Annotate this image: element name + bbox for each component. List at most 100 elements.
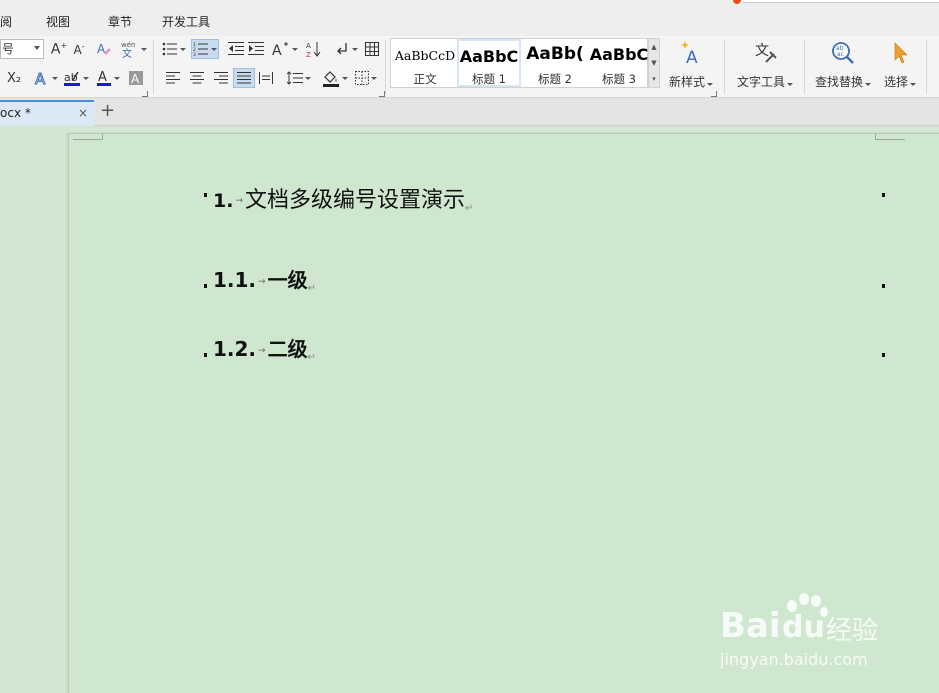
table-button[interactable] [362,39,382,59]
justify-icon [237,72,251,84]
char-shading-button[interactable]: A [126,68,146,88]
find-replace-button[interactable]: ab ac 查找替换 [812,40,874,90]
eraser-icon: A [97,42,111,56]
increase-indent-button[interactable] [246,39,266,59]
separator [804,40,805,94]
style-label: 标题 1 [472,72,506,86]
outdent-icon [228,42,244,55]
paragraph-mark: ↵ [465,203,474,214]
heading-level-2[interactable]: 1.2. → 二级↵ [213,333,316,363]
line-break-button[interactable] [332,39,360,59]
decrease-indent-button[interactable] [226,39,246,59]
expand-gallery-icon[interactable]: ▾ [649,71,659,87]
char-shading-icon: A [129,71,143,86]
menu-item-review[interactable]: 阅 [0,13,12,30]
chevron-down-icon [342,76,348,80]
menu-item-developer[interactable]: 开发工具 [162,13,210,30]
separator [385,40,386,94]
heading-number: 1.1. [213,268,257,292]
list-marker-dot [204,353,207,357]
line-spacing-icon [287,71,303,85]
watermark-brand-cn: 经验 [826,616,879,646]
separator [724,40,725,94]
grow-font-button[interactable]: A+ [50,40,68,58]
left-gutter [0,127,68,693]
border-icon [355,71,369,85]
svg-text:A: A [131,72,140,86]
char-scaling-icon: A [272,42,288,57]
svg-text:Z: Z [306,51,311,58]
document-tab[interactable]: ocx * × [0,100,94,126]
style-normal[interactable]: AaBbCcD 正文 [393,39,457,87]
cursor-arrow-icon [894,42,908,64]
shrink-font-icon: A- [73,41,85,57]
shading-button[interactable] [320,68,350,88]
chevron-down-icon [211,47,217,51]
chevron-down-icon [707,83,713,86]
svg-text:A: A [306,42,311,50]
clear-format-button[interactable]: A [94,40,114,58]
font-color-button[interactable]: A [94,68,122,88]
shrink-font-button[interactable]: A- [70,40,88,58]
new-style-label: 新样式 [668,75,705,89]
document-tab-bar: ocx * × + [0,98,939,126]
new-tab-button[interactable]: + [100,100,115,122]
numbering-button[interactable]: 123 [191,39,219,59]
document-tab-label: ocx * [0,106,31,120]
chevron-down-icon [83,76,89,80]
chevron-down-icon [352,47,358,51]
close-icon[interactable]: × [78,102,88,124]
paragraph-mark: ↵ [307,352,316,363]
separator [153,40,154,94]
heading-level-1[interactable]: 1. →文档多级编号设置演示↵ [213,182,473,214]
menu-bar: 阅 视图 章节 开发工具 [0,0,939,36]
align-left-icon [166,72,180,84]
ribbon-toolbar: 号 A+ A- A wén 文 X₂ A ab A A 123 A A Z Aa… [0,36,939,98]
new-style-icon: A [681,41,698,68]
chevron-down-icon [141,47,147,51]
find-replace-icon: abac [832,42,854,64]
font-dialog-launcher-icon[interactable] [142,91,148,97]
search-box-edge[interactable] [742,0,939,3]
new-style-button[interactable]: A 新样式 [666,40,716,90]
menu-item-view[interactable]: 视图 [46,13,70,30]
chevron-down-icon [305,76,311,80]
style-heading-3[interactable]: AaBbC 标题 3 [587,39,651,87]
font-size-select[interactable]: 号 [0,39,44,59]
styles-dialog-launcher-icon[interactable] [711,91,717,97]
bullets-button[interactable] [160,39,188,59]
align-center-button[interactable] [188,68,206,88]
align-left-button[interactable] [164,68,182,88]
table-grid-icon [365,42,379,56]
select-button[interactable]: 选择 [880,40,920,90]
distribute-button[interactable] [257,68,275,88]
borders-button[interactable] [352,68,380,88]
char-scaling-button[interactable]: A [270,39,300,59]
paragraph-mark: ↵ [307,283,316,294]
scroll-down-icon[interactable]: ▼ [649,55,659,71]
font-size-value: 号 [2,42,15,56]
justify-button[interactable] [233,68,255,88]
subscript-button[interactable]: X₂ [2,68,26,88]
pinyin-guide-button[interactable]: wén 文 [118,39,148,59]
subscript-label: X₂ [6,70,22,86]
align-right-button[interactable] [212,68,230,88]
chevron-down-icon [910,83,916,86]
highlighter-icon: ab [64,71,80,86]
find-replace-label: 查找替换 [814,75,863,89]
text-tools-button[interactable]: 文 文字工具 [733,40,797,90]
line-spacing-button[interactable] [285,68,313,88]
style-sample: AaBbC [459,47,519,66]
styles-gallery-scroller[interactable]: ▲ ▼ ▾ [648,38,660,88]
svg-text:A: A [272,43,282,57]
align-right-icon [214,72,228,84]
style-heading-2[interactable]: AaBb( 标题 2 [523,39,587,87]
style-heading-1[interactable]: AaBbC 标题 1 [457,39,521,87]
highlight-button[interactable]: ab [62,68,90,88]
scroll-up-icon[interactable]: ▲ [649,39,659,55]
menu-item-chapter[interactable]: 章节 [108,13,132,30]
heading-level-2[interactable]: 1.1. → 一级↵ [213,264,316,294]
sort-button[interactable]: AZ [304,39,324,59]
chevron-down-icon [114,76,120,80]
text-effect-button[interactable]: A [32,68,60,88]
